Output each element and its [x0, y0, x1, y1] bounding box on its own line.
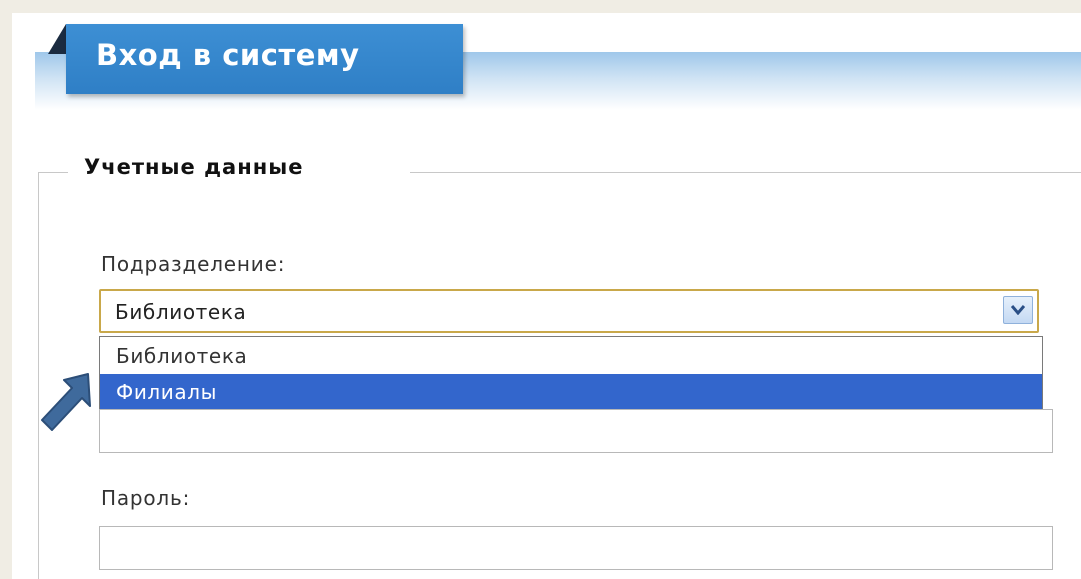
dropdown-option-library[interactable]: Библиотека — [100, 338, 1042, 374]
division-label: Подразделение: — [101, 252, 286, 276]
select-dropdown-button[interactable] — [1003, 296, 1033, 324]
page-title: Вход в систему — [96, 38, 360, 72]
division-select[interactable]: Библиотека — [99, 289, 1039, 333]
pointer-arrow-icon — [41, 373, 91, 431]
header-tab: Вход в систему — [66, 24, 463, 94]
header-tab-corner — [48, 24, 66, 54]
password-input[interactable] — [99, 526, 1053, 570]
division-selected-value: Библиотека — [115, 300, 247, 324]
credentials-legend: Учетные данные — [84, 155, 304, 179]
password-label: Пароль: — [101, 486, 191, 510]
fieldset-border-top-right — [410, 172, 1081, 173]
login-input[interactable] — [99, 409, 1053, 453]
division-dropdown-list: Библиотека Филиалы — [99, 336, 1043, 410]
fieldset-border-top-left — [38, 172, 68, 173]
chevron-down-icon — [1011, 305, 1025, 315]
dropdown-option-branches[interactable]: Филиалы — [100, 374, 1042, 410]
